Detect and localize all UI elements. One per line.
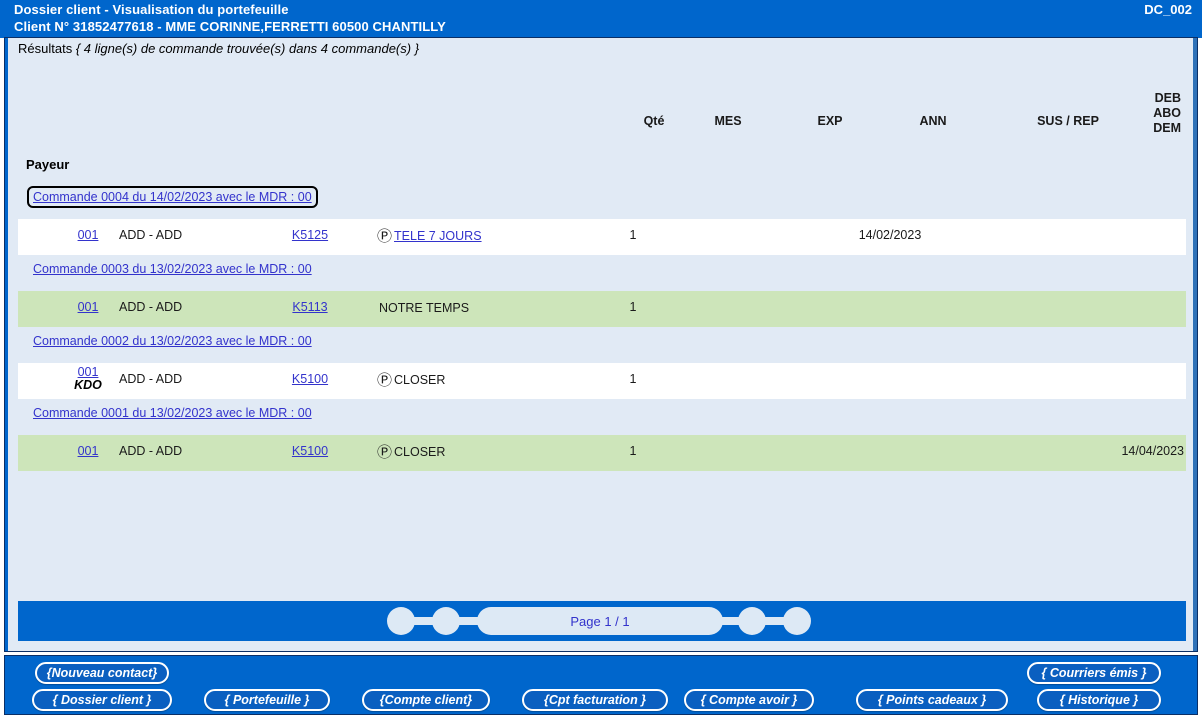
product-cell-2: Ⓟ CLOSER xyxy=(377,372,446,389)
kdo-badge-2: KDO xyxy=(74,378,102,392)
address-cell-3: ADD - ADD xyxy=(119,444,183,458)
nouveau-contact-button[interactable]: {Nouveau contact} xyxy=(35,662,169,684)
column-header-mes: MES xyxy=(714,114,742,128)
ann-cell-0: 14/02/2023 xyxy=(858,228,922,242)
p-circle-icon: Ⓟ xyxy=(377,372,393,389)
window-title-bar: Dossier client - Visualisation du portef… xyxy=(0,0,1202,38)
screen-code-label: DC_002 xyxy=(1144,2,1192,17)
product-cell-1: NOTRE TEMPS xyxy=(377,301,469,315)
compte-avoir-button[interactable]: { Compte avoir } xyxy=(684,689,814,711)
product-code-link-2[interactable]: K5100 xyxy=(284,372,336,386)
order-header-row: Commande 0003 du 13/02/2023 avec le MDR … xyxy=(18,255,1186,291)
qte-cell-0: 1 xyxy=(629,228,637,242)
column-header-ann: ANN xyxy=(919,114,947,128)
product-code-link-3[interactable]: K5100 xyxy=(284,444,336,458)
product-name-3: CLOSER xyxy=(394,445,446,459)
points-cadeaux-button[interactable]: { Points cadeaux } xyxy=(856,689,1008,711)
qte-cell-2: 1 xyxy=(629,372,637,386)
deb-abo-dem-cell-3: 14/04/2023 xyxy=(1121,444,1184,458)
address-cell-0: ADD - ADD xyxy=(119,228,183,242)
bottom-navigation-bar: {Nouveau contact} { Courriers émis } { D… xyxy=(4,655,1198,715)
order-link-0[interactable]: Commande 0004 du 14/02/2023 avec le MDR … xyxy=(27,186,318,208)
table-row: 001 ADD - ADD K5113 NOTRE TEMPS 1 xyxy=(18,291,1186,327)
last-page-button[interactable] xyxy=(783,607,811,635)
order-link-3[interactable]: Commande 0001 du 13/02/2023 avec le MDR … xyxy=(30,405,315,421)
product-name-link-0[interactable]: TELE 7 JOURS xyxy=(394,229,482,243)
product-cell-3: Ⓟ CLOSER xyxy=(377,444,446,461)
next-page-button[interactable] xyxy=(738,607,766,635)
address-cell-2: ADD - ADD xyxy=(119,372,183,386)
qte-cell-3: 1 xyxy=(629,444,637,458)
line-number-link-0[interactable]: 001 xyxy=(71,228,105,242)
product-code-link-0[interactable]: K5125 xyxy=(284,228,336,242)
order-header-row: Commande 0002 du 13/02/2023 avec le MDR … xyxy=(18,327,1186,363)
results-summary: Résultats { 4 ligne(s) de commande trouv… xyxy=(18,41,419,56)
orders-table: Commande 0004 du 14/02/2023 avec le MDR … xyxy=(18,183,1186,471)
first-page-button[interactable] xyxy=(387,607,415,635)
page-title: Dossier client - Visualisation du portef… xyxy=(14,2,289,17)
line-number-cell-1: 001 xyxy=(71,300,105,314)
table-row: 001 ADD - ADD K5125 Ⓟ TELE 7 JOURS 1 14/0… xyxy=(18,219,1186,255)
table-row: 001 ADD - ADD K5100 Ⓟ CLOSER 1 14/04/2023 xyxy=(18,435,1186,471)
page-indicator[interactable]: Page 1 / 1 xyxy=(477,607,723,635)
order-header-row: Commande 0004 du 14/02/2023 avec le MDR … xyxy=(18,183,1186,219)
column-headers: Qté MES EXP ANN SUS / REP DEB ABO DEM xyxy=(5,73,1197,141)
table-row: 001 KDO ADD - ADD K5100 Ⓟ CLOSER 1 xyxy=(18,363,1186,399)
order-header-row: Commande 0001 du 13/02/2023 avec le MDR … xyxy=(18,399,1186,435)
column-header-exp: EXP xyxy=(817,114,843,128)
dossier-client-button[interactable]: { Dossier client } xyxy=(32,689,172,711)
main-content-panel: Résultats { 4 ligne(s) de commande trouv… xyxy=(4,37,1198,652)
line-number-link-1[interactable]: 001 xyxy=(71,300,105,314)
p-circle-icon: Ⓟ xyxy=(377,444,393,461)
column-header-deb-abo-dem: DEB ABO DEM xyxy=(1065,91,1181,136)
order-link-2[interactable]: Commande 0002 du 13/02/2023 avec le MDR … xyxy=(30,333,315,349)
p-circle-icon: Ⓟ xyxy=(377,228,393,245)
product-name-2: CLOSER xyxy=(394,373,446,387)
client-subtitle: Client N° 31852477618 - MME CORINNE,FERR… xyxy=(14,19,446,34)
column-header-deb: DEB xyxy=(1154,91,1181,105)
order-link-1[interactable]: Commande 0003 du 13/02/2023 avec le MDR … xyxy=(30,261,315,277)
product-code-link-1[interactable]: K5113 xyxy=(284,300,336,314)
product-cell-0: Ⓟ TELE 7 JOURS xyxy=(377,228,482,245)
column-header-abo: ABO xyxy=(1153,106,1181,120)
address-cell-1: ADD - ADD xyxy=(119,300,183,314)
line-number-link-2[interactable]: 001 xyxy=(71,365,105,379)
courriers-emis-button[interactable]: { Courriers émis } xyxy=(1027,662,1161,684)
product-name-1: NOTRE TEMPS xyxy=(379,301,470,315)
line-number-link-3[interactable]: 001 xyxy=(71,444,105,458)
column-header-qte: Qté xyxy=(643,114,665,128)
portefeuille-button[interactable]: { Portefeuille } xyxy=(204,689,330,711)
pagination-bar: Page 1 / 1 xyxy=(18,601,1186,641)
results-count-text: { 4 ligne(s) de commande trouvée(s) dans… xyxy=(75,41,420,56)
line-number-cell-2: 001 KDO xyxy=(71,365,105,392)
historique-button[interactable]: { Historique } xyxy=(1037,689,1161,711)
column-header-dem: DEM xyxy=(1153,121,1181,135)
qte-cell-1: 1 xyxy=(629,300,637,314)
prev-page-button[interactable] xyxy=(432,607,460,635)
cpt-facturation-button[interactable]: {Cpt facturation } xyxy=(522,689,668,711)
payeur-label: Payeur xyxy=(26,157,70,172)
results-label-text: Résultats xyxy=(18,41,73,56)
line-number-cell-0: 001 xyxy=(71,228,105,242)
line-number-cell-3: 001 xyxy=(71,444,105,458)
compte-client-button[interactable]: {Compte client} xyxy=(362,689,490,711)
